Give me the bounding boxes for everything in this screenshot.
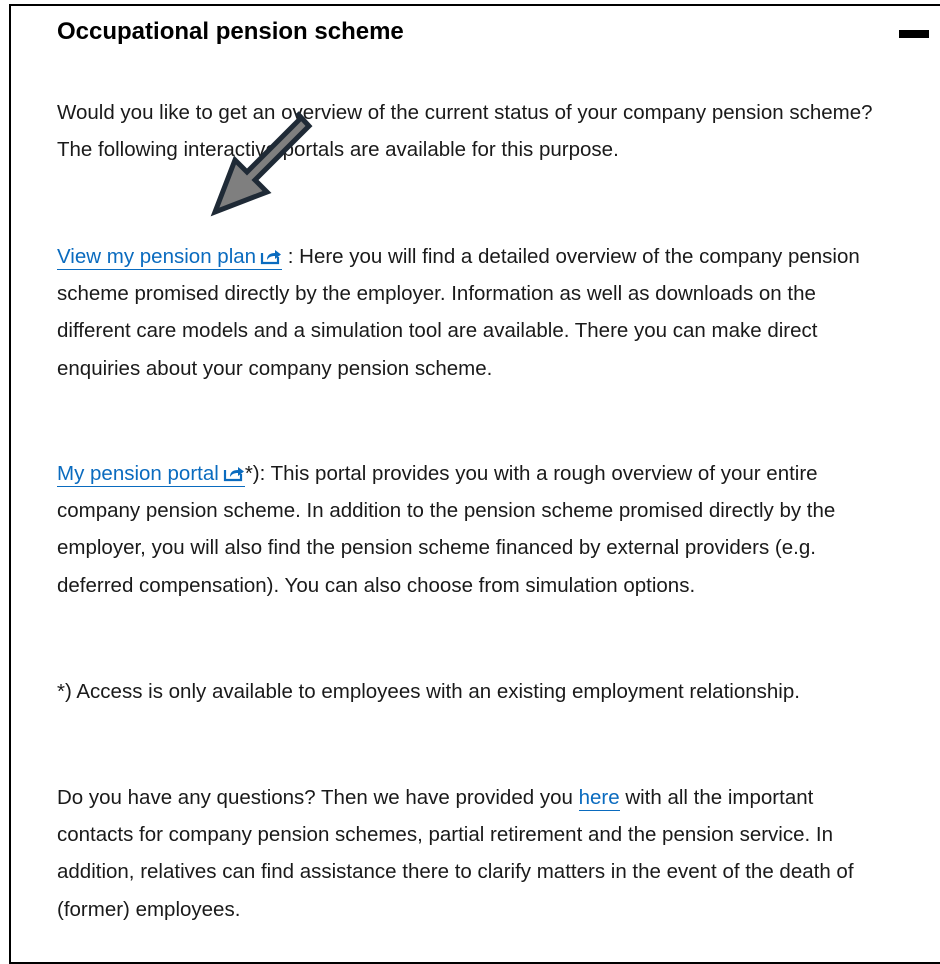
section-title: Occupational pension scheme bbox=[57, 18, 404, 45]
panel-content: Occupational pension scheme Would you li… bbox=[57, 16, 887, 921]
intro-paragraph: Would you like to get an overview of the… bbox=[57, 94, 887, 168]
questions-paragraph: Do you have any questions? Then we have … bbox=[57, 779, 887, 928]
pension-portal-link-label: My pension portal bbox=[57, 462, 219, 485]
external-link-icon bbox=[260, 250, 282, 265]
questions-text-before: Do you have any questions? Then we have … bbox=[57, 786, 579, 809]
intro-text: Would you like to get an overview of the… bbox=[57, 101, 873, 162]
minus-icon[interactable] bbox=[899, 30, 929, 38]
footnote-paragraph: *) Access is only available to employees… bbox=[57, 673, 887, 710]
contacts-here-link[interactable]: here bbox=[578, 786, 620, 811]
pension-portal-paragraph: My pension portal *): This portal provide… bbox=[57, 455, 887, 604]
pension-plan-paragraph: View my pension plan : Here you will fin… bbox=[57, 238, 887, 387]
view-my-pension-plan-link[interactable]: View my pension plan bbox=[57, 245, 283, 270]
my-pension-portal-link[interactable]: My pension portal bbox=[57, 462, 245, 487]
pension-panel: Occupational pension scheme Would you li… bbox=[9, 4, 940, 964]
pension-plan-link-label: View my pension plan bbox=[57, 245, 257, 268]
external-link-icon bbox=[223, 467, 244, 482]
footnote-text: *) Access is only available to employees… bbox=[57, 680, 800, 703]
